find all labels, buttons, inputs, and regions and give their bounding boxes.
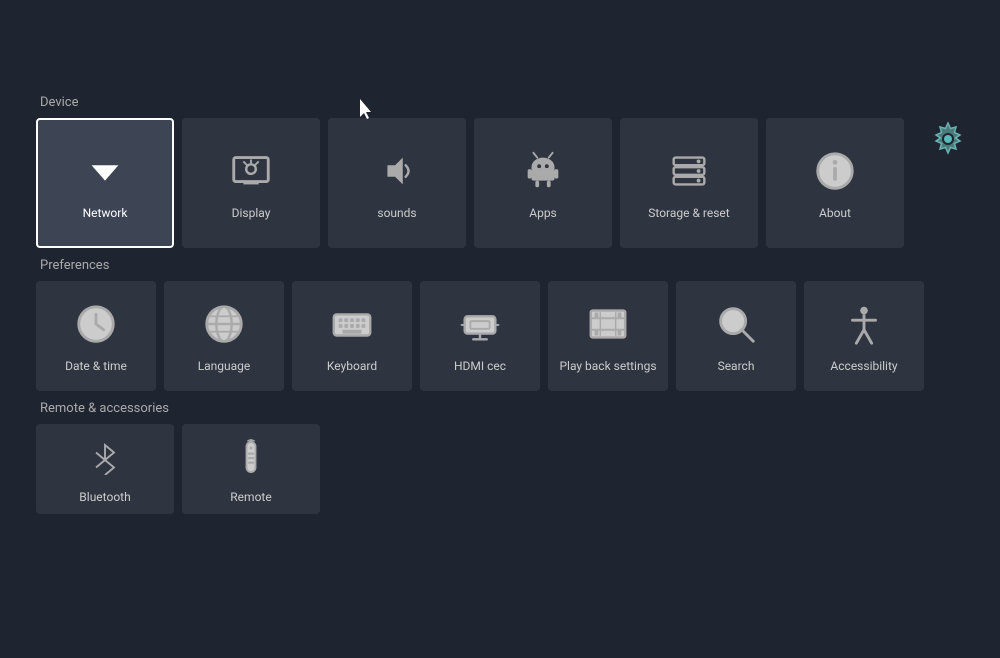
wifi-icon bbox=[80, 146, 130, 196]
storage-label: Storage & reset bbox=[648, 206, 729, 220]
bluetooth-icon bbox=[80, 434, 130, 480]
remote-label: Remote & accessories bbox=[36, 401, 964, 416]
tile-language[interactable]: Language bbox=[164, 281, 284, 391]
display-label: Display bbox=[232, 206, 271, 220]
device-label: Device bbox=[36, 95, 964, 110]
hdmi-icon bbox=[455, 299, 505, 349]
hdmi-label: HDMI cec bbox=[454, 359, 506, 373]
tile-remote[interactable]: Remote bbox=[182, 424, 320, 514]
android-icon bbox=[518, 146, 568, 196]
tile-datetime[interactable]: Date & time bbox=[36, 281, 156, 391]
search-icon bbox=[711, 299, 761, 349]
preferences-tiles-row: Date & time Language bbox=[36, 281, 964, 391]
tile-search[interactable]: Search bbox=[676, 281, 796, 391]
accessibility-icon bbox=[839, 299, 889, 349]
info-icon bbox=[810, 146, 860, 196]
device-tiles-row: Network Display bbox=[36, 118, 964, 248]
tile-playback[interactable]: Play back settings bbox=[548, 281, 668, 391]
preferences-section: Preferences Date & time bbox=[0, 258, 1000, 391]
preferences-label: Preferences bbox=[36, 258, 964, 273]
bluetooth-label: Bluetooth bbox=[79, 490, 130, 504]
tile-about[interactable]: About bbox=[766, 118, 904, 248]
remote-control-label: Remote bbox=[230, 490, 271, 504]
tile-bluetooth[interactable]: Bluetooth bbox=[36, 424, 174, 514]
tile-apps[interactable]: Apps bbox=[474, 118, 612, 248]
search-label: Search bbox=[718, 359, 755, 373]
tile-sounds[interactable]: sounds bbox=[328, 118, 466, 248]
keyboard-icon bbox=[327, 299, 377, 349]
network-label: Network bbox=[83, 206, 128, 220]
datetime-label: Date & time bbox=[65, 359, 127, 373]
globe-icon bbox=[199, 299, 249, 349]
tile-display[interactable]: Display bbox=[182, 118, 320, 248]
tile-hdmi[interactable]: HDMI cec bbox=[420, 281, 540, 391]
tile-accessibility[interactable]: Accessibility bbox=[804, 281, 924, 391]
film-icon bbox=[583, 299, 633, 349]
remote-icon bbox=[226, 434, 276, 480]
volume-icon bbox=[372, 146, 422, 196]
tile-network[interactable]: Network bbox=[36, 118, 174, 248]
display-icon bbox=[226, 146, 276, 196]
accessibility-label: Accessibility bbox=[830, 359, 897, 373]
clock-icon bbox=[71, 299, 121, 349]
remote-section: Remote & accessories Bluetooth bbox=[0, 401, 1000, 514]
language-label: Language bbox=[198, 359, 251, 373]
playback-label: Play back settings bbox=[559, 359, 656, 373]
sounds-label: sounds bbox=[377, 206, 416, 220]
device-section: Device Network Display bbox=[0, 95, 1000, 248]
tile-keyboard[interactable]: Keyboard bbox=[292, 281, 412, 391]
keyboard-label: Keyboard bbox=[327, 359, 377, 373]
tile-storage[interactable]: Storage & reset bbox=[620, 118, 758, 248]
remote-tiles-row: Bluetooth Remote bbox=[36, 424, 964, 514]
storage-icon bbox=[664, 146, 714, 196]
settings-icon[interactable] bbox=[924, 115, 972, 163]
about-label: About bbox=[819, 206, 851, 220]
apps-label: Apps bbox=[529, 206, 557, 220]
